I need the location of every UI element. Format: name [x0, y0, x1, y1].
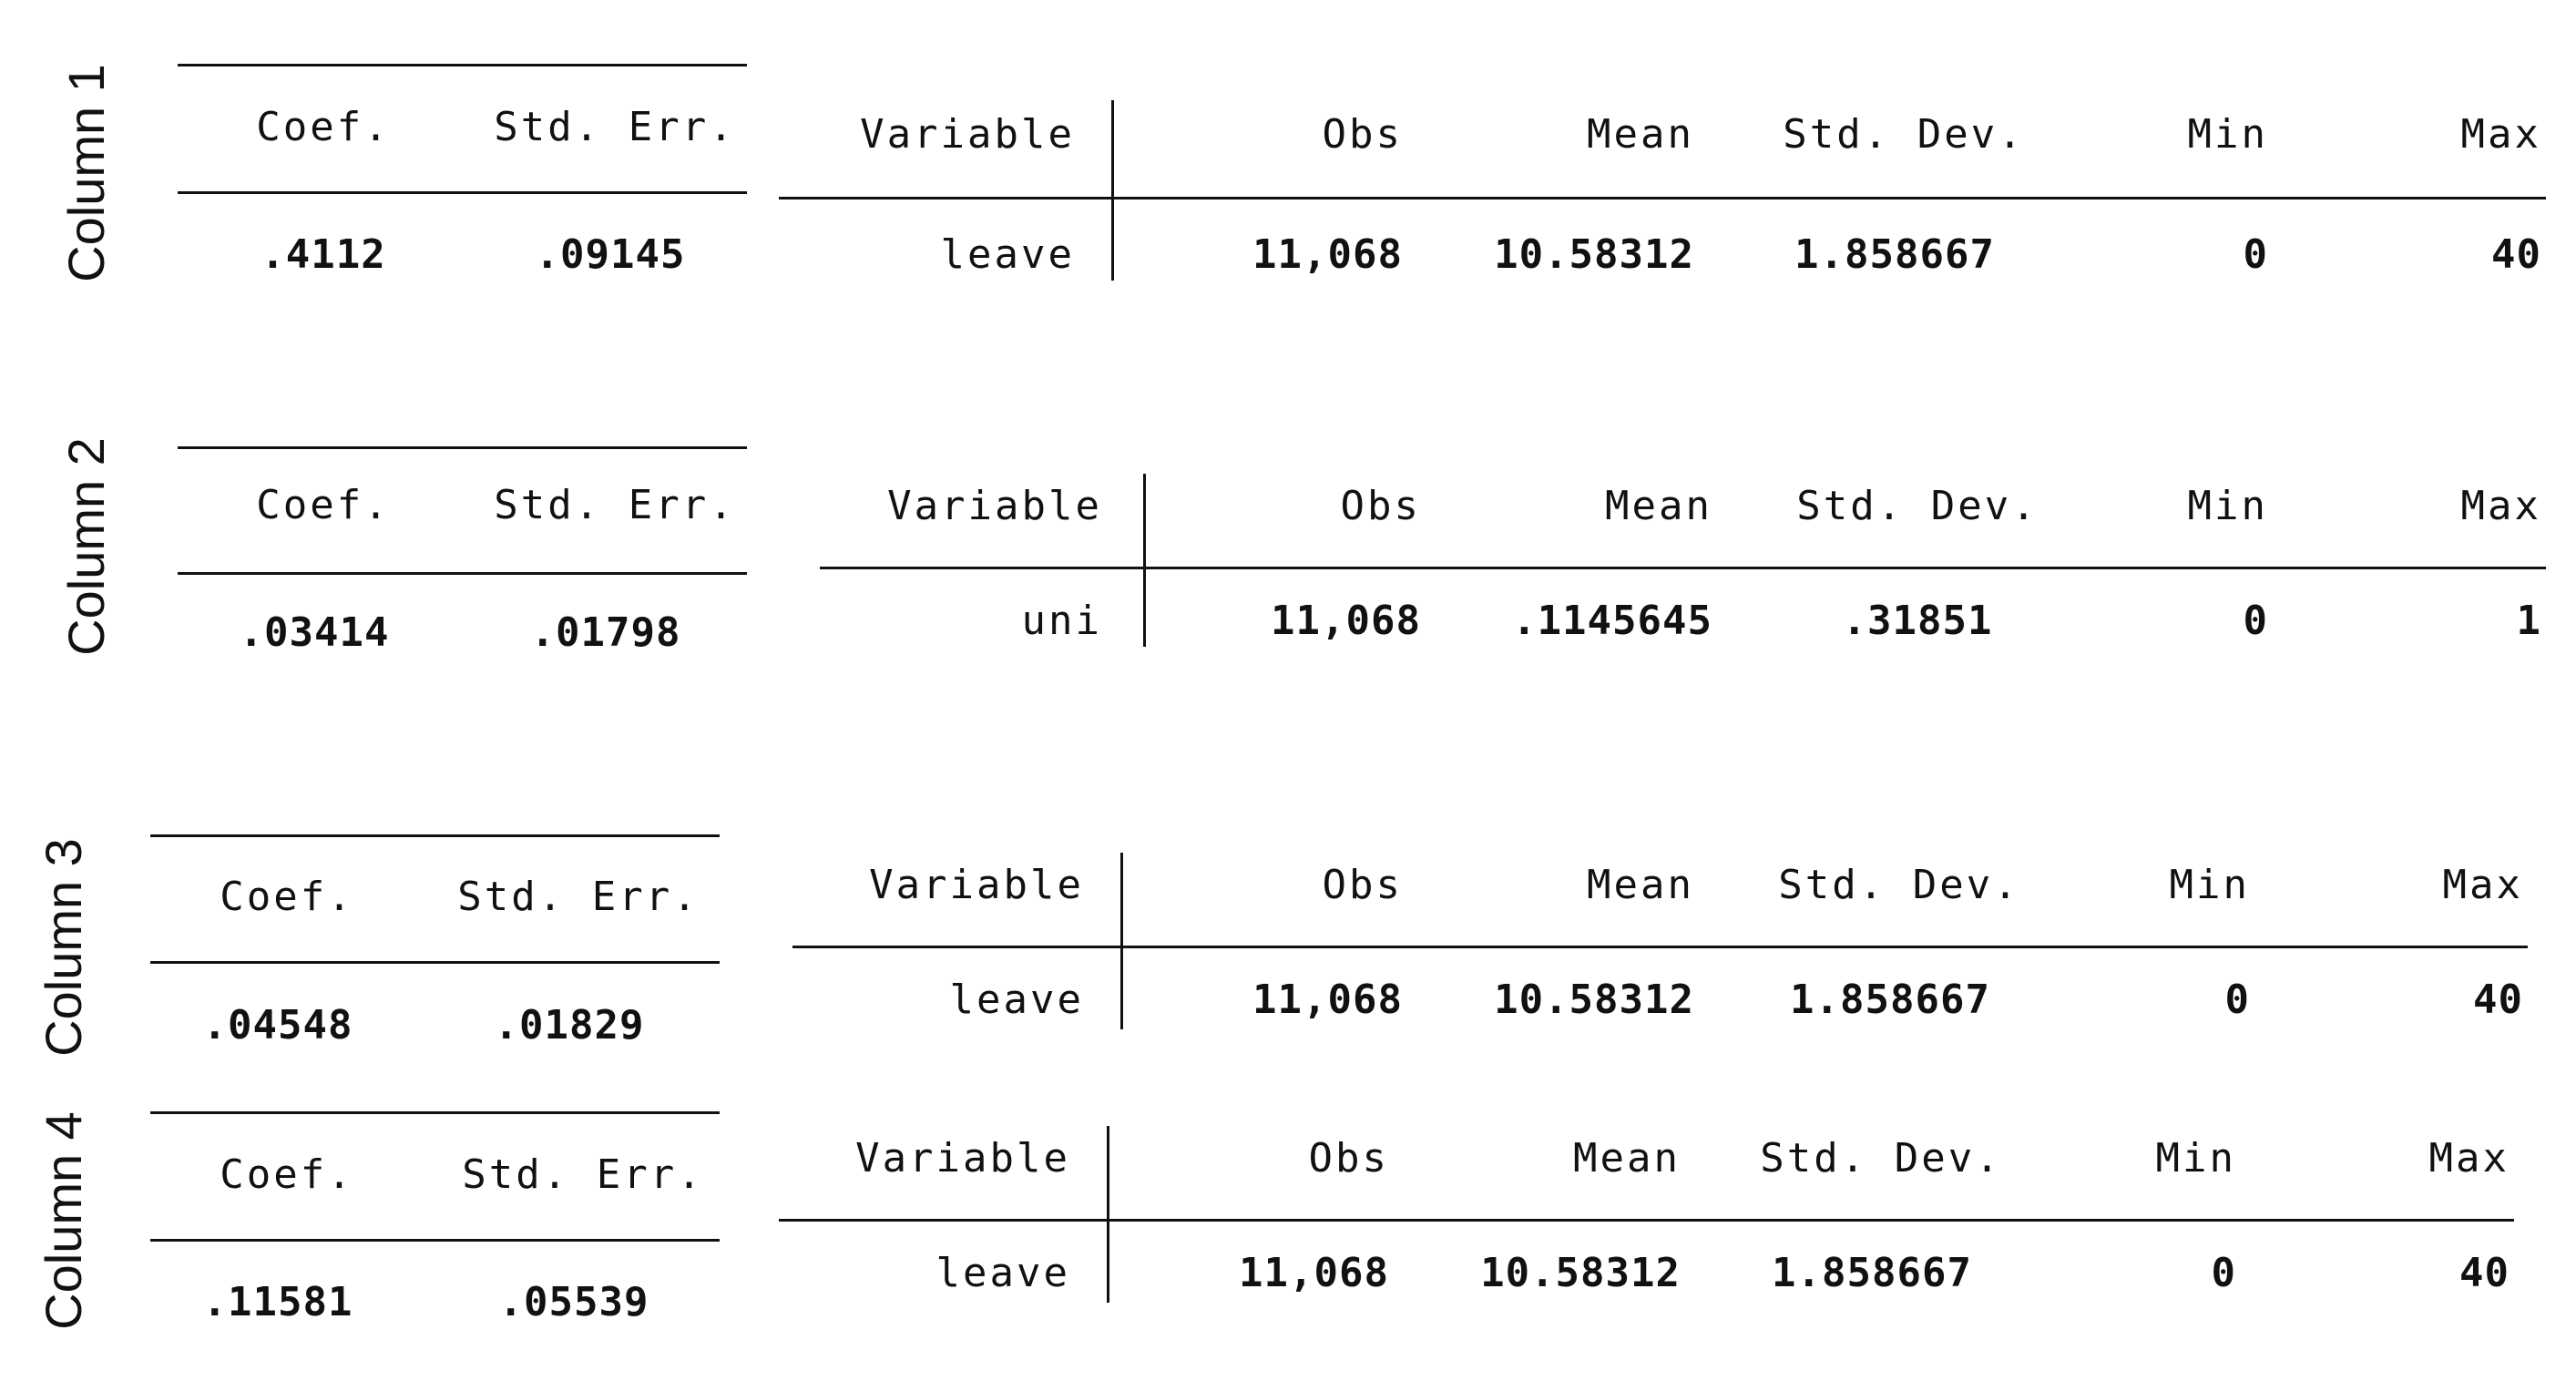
mean-value: 10.58312: [1494, 231, 1694, 278]
std-dev-value: 1.858667: [1790, 977, 1990, 1023]
max-value: 40: [2491, 231, 2541, 278]
variable-header: Variable: [860, 111, 1075, 158]
variable-name: uni: [1021, 598, 1102, 644]
min-value: 0: [2243, 231, 2268, 278]
variable-name: leave: [935, 1250, 1070, 1296]
mean-value: 10.58312: [1494, 977, 1694, 1023]
min-header: Min: [2155, 1135, 2236, 1182]
column-label: Column 2: [57, 437, 115, 656]
std-err-header: Std. Err.: [457, 874, 700, 920]
regression-block-column-4: Column 4 Coef. Std. Err. .11581 .05539 V…: [0, 1057, 2576, 1366]
variable-divider: [1111, 100, 1114, 281]
std-dev-value: 1.858667: [1772, 1250, 1972, 1296]
summary-rule: [792, 946, 2528, 948]
min-header: Min: [2187, 111, 2268, 158]
mean-header: Mean: [1587, 862, 1694, 908]
coef-value: .03414: [239, 609, 390, 656]
summary-rule: [820, 567, 2546, 569]
variable-divider: [1107, 1126, 1109, 1303]
min-header: Min: [2169, 862, 2250, 908]
variable-name: leave: [940, 231, 1075, 278]
variable-header: Variable: [869, 862, 1084, 908]
max-value: 1: [2516, 598, 2541, 644]
min-value: 0: [2243, 598, 2268, 644]
variable-divider: [1143, 474, 1146, 647]
std-dev-value: 1.858667: [1794, 231, 1995, 278]
header-rule: [150, 961, 720, 964]
max-header: Max: [2428, 1135, 2510, 1182]
header-rule: [178, 572, 747, 575]
obs-header: Obs: [1340, 483, 1421, 529]
variable-header: Variable: [855, 1135, 1070, 1182]
std-err-value: .01798: [530, 609, 681, 656]
max-value: 40: [2473, 977, 2523, 1023]
top-rule: [178, 64, 747, 66]
obs-value: 11,068: [1239, 1250, 1389, 1296]
coef-header: Coef.: [220, 874, 354, 920]
regression-block-column-2: Column 2 Coef. Std. Err. .03414 .01798 V…: [0, 383, 2576, 692]
min-header: Min: [2187, 483, 2268, 529]
coef-value: .4112: [261, 231, 386, 278]
mean-header: Mean: [1605, 483, 1712, 529]
std-dev-header: Std. Dev.: [1778, 862, 2020, 908]
min-value: 0: [2211, 1250, 2236, 1296]
std-dev-value: .31851: [1842, 598, 1993, 644]
std-dev-header: Std. Dev.: [1760, 1135, 2002, 1182]
variable-name: leave: [949, 977, 1084, 1023]
std-dev-header: Std. Dev.: [1783, 111, 2025, 158]
coef-header: Coef.: [256, 104, 391, 150]
obs-value: 11,068: [1271, 598, 1421, 644]
summary-rule: [779, 1219, 2514, 1222]
top-rule: [178, 446, 747, 449]
variable-header: Variable: [887, 483, 1102, 529]
obs-value: 11,068: [1252, 231, 1403, 278]
std-err-header: Std. Err.: [494, 482, 736, 528]
max-value: 40: [2459, 1250, 2510, 1296]
mean-header: Mean: [1573, 1135, 1681, 1182]
std-err-header: Std. Err.: [462, 1151, 704, 1198]
min-value: 0: [2224, 977, 2250, 1023]
obs-header: Obs: [1322, 862, 1403, 908]
coef-header: Coef.: [220, 1151, 354, 1198]
std-err-header: Std. Err.: [494, 104, 736, 150]
top-rule: [150, 1111, 720, 1114]
coef-header: Coef.: [256, 482, 391, 528]
std-err-value: .05539: [498, 1279, 649, 1325]
std-err-value: .09145: [535, 231, 686, 278]
mean-header: Mean: [1587, 111, 1694, 158]
obs-header: Obs: [1308, 1135, 1389, 1182]
variable-divider: [1120, 853, 1123, 1029]
column-label: Column 4: [35, 1111, 92, 1330]
coef-value: .04548: [202, 1002, 353, 1049]
header-rule: [178, 191, 747, 194]
regression-block-column-3: Column 3 Coef. Std. Err. .04548 .01829 V…: [0, 783, 2576, 1093]
column-label: Column 3: [35, 838, 92, 1057]
std-err-value: .01829: [494, 1002, 645, 1049]
max-header: Max: [2442, 862, 2523, 908]
obs-value: 11,068: [1252, 977, 1403, 1023]
column-label: Column 1: [57, 64, 115, 282]
summary-rule: [779, 197, 2546, 199]
top-rule: [150, 834, 720, 837]
max-header: Max: [2460, 111, 2541, 158]
mean-value: .1145645: [1512, 598, 1712, 644]
mean-value: 10.58312: [1480, 1250, 1681, 1296]
std-dev-header: Std. Dev.: [1796, 483, 2039, 529]
obs-header: Obs: [1322, 111, 1403, 158]
max-header: Max: [2460, 483, 2541, 529]
header-rule: [150, 1239, 720, 1242]
coef-value: .11581: [202, 1279, 353, 1325]
regression-block-column-1: Column 1 Coef. Std. Err. .4112 .09145 Va…: [0, 0, 2576, 310]
